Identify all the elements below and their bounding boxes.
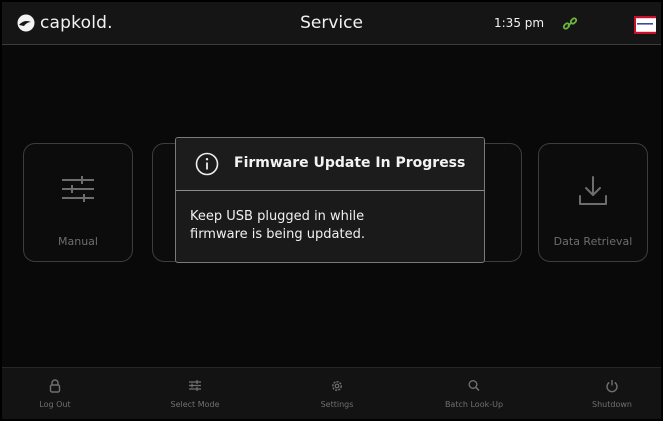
nav-label: Select Mode — [170, 400, 220, 409]
info-icon — [195, 152, 219, 176]
dialog-header: Firmware Update In Progress — [176, 138, 484, 191]
tile-data-retrieval[interactable]: Data Retrieval — [538, 143, 648, 262]
nav-label: Shutdown — [592, 400, 632, 409]
nav-batch-look-up[interactable]: Batch Look-Up — [429, 368, 519, 419]
search-icon — [468, 380, 480, 392]
nav-select-mode[interactable]: Select Mode — [150, 368, 240, 419]
nav-label: Settings — [320, 400, 354, 409]
tile-label: Manual — [58, 235, 98, 248]
bottom-nav: Log Out Select Mode Settings Batch Look-… — [2, 367, 661, 419]
dialog-message-line: Keep USB plugged in while — [190, 209, 365, 224]
gear-icon — [332, 381, 342, 391]
tile-manual[interactable]: Manual — [23, 143, 133, 262]
service-screen: capkold. Service 1:35 pm Manual Data Ret… — [2, 2, 661, 419]
nav-log-out[interactable]: Log Out — [10, 368, 100, 419]
dialog-message: Keep USB plugged in while firmware is be… — [190, 208, 470, 244]
nav-label: Log Out — [39, 400, 71, 409]
dialog-message-line: firmware is being updated. — [190, 227, 365, 242]
sliders-icon — [62, 176, 94, 202]
dialog-title: Firmware Update In Progress — [234, 155, 466, 171]
nav-settings[interactable]: Settings — [292, 368, 382, 419]
firmware-update-dialog: Firmware Update In Progress Keep USB plu… — [175, 137, 485, 263]
nav-shutdown[interactable]: Shutdown — [567, 368, 657, 419]
power-icon — [606, 380, 618, 393]
sliders-icon — [189, 380, 201, 391]
lock-icon — [49, 379, 61, 393]
tile-label: Data Retrieval — [553, 235, 633, 248]
nav-label: Batch Look-Up — [444, 400, 504, 409]
download-icon — [579, 176, 607, 205]
